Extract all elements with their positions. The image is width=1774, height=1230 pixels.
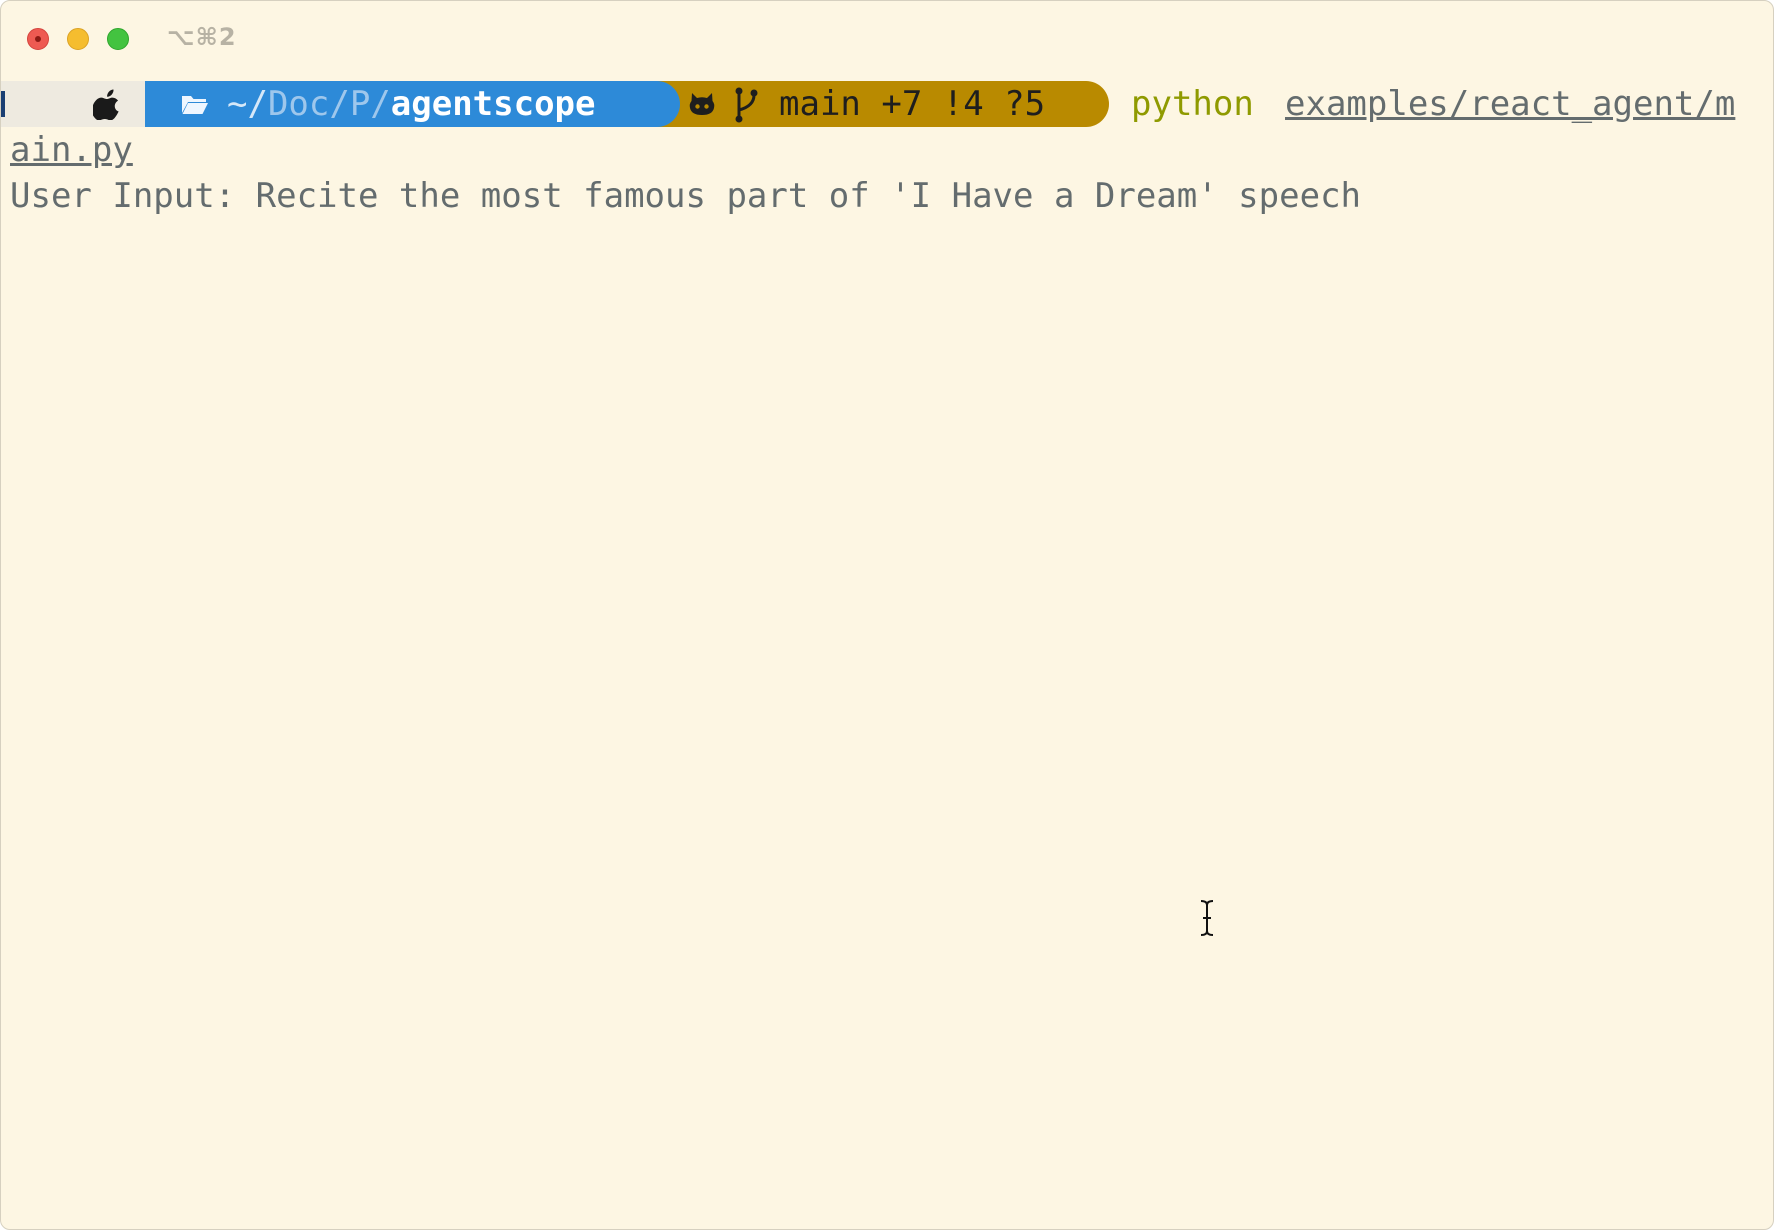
github-icon [689,93,715,115]
dir-current-name: agentscope [390,84,596,124]
minimize-button[interactable] [67,28,89,50]
branch-icon [735,87,758,123]
tab-shortcut-label: ⌥⌘2 [167,23,237,51]
git-branch-status: main +7 !4 ?5 [779,84,1046,124]
output-user-input-line: User Input: Recite the most famous part … [10,176,1362,216]
dir-home-prefix: ~/ [227,84,268,124]
command-program: python [1131,84,1254,124]
folder-icon [182,96,208,114]
command-argument-wrapped: ain.py [10,130,133,170]
prompt-dir-path: ~/Doc/P/agentscope [227,85,595,123]
zoom-button[interactable] [107,28,129,50]
title-bar: ⌥⌘2 [1,1,1773,73]
prompt-edge-marker [1,91,5,117]
apple-icon [93,89,119,120]
dir-truncated-path: Doc/P/ [267,84,391,124]
terminal-window: ⌥⌘2 ~/Doc/P/agentscope main +7 !4 ?5 pyt… [0,0,1774,1230]
close-button[interactable] [27,28,49,50]
ibeam-cursor-icon [1200,900,1214,936]
shell-prompt: ~/Doc/P/agentscope main +7 !4 ?5 python … [1,81,1773,127]
command-argument: examples/react_agent/m [1285,84,1736,124]
